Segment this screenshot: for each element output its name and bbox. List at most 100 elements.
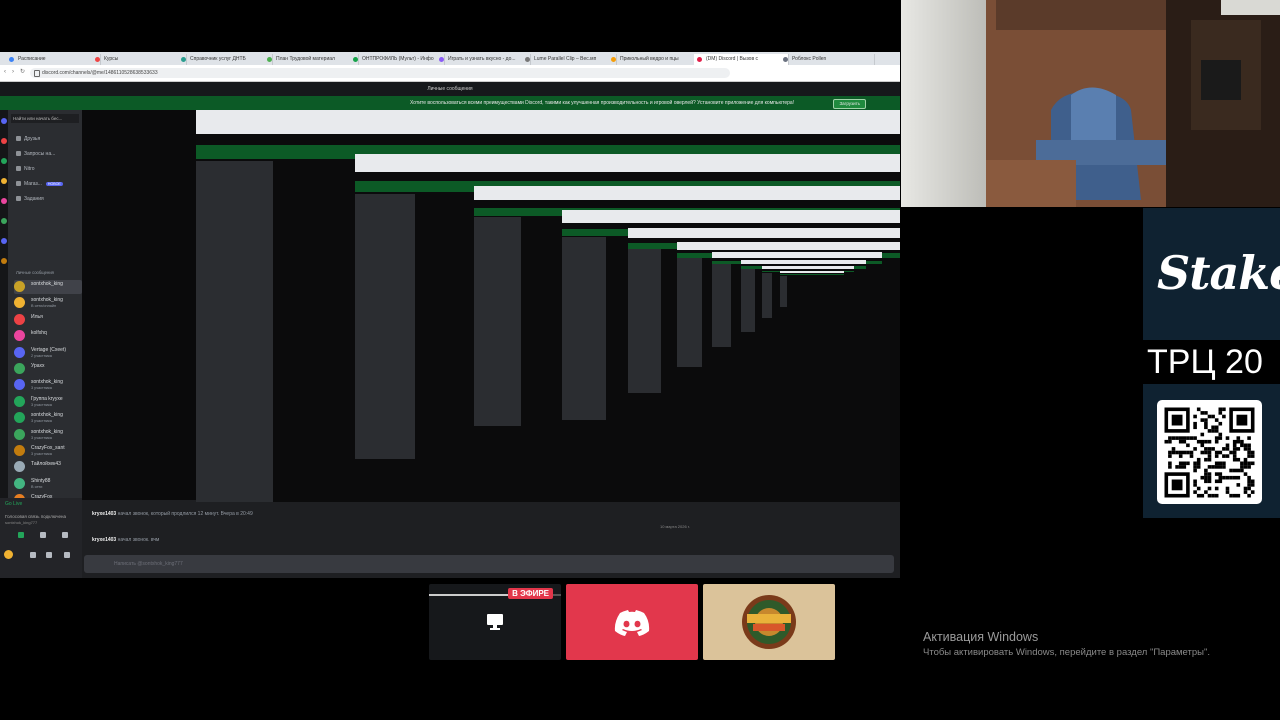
dm-nav-item[interactable]: Друзья	[16, 136, 40, 142]
qr-module	[1193, 425, 1197, 430]
back-icon[interactable]: ‹	[4, 69, 10, 75]
qr-module	[1250, 461, 1255, 466]
browser-tab[interactable]: План Трудовой материал	[264, 54, 359, 65]
server-icon[interactable]	[1, 138, 7, 144]
address-bar[interactable]: discord.com/channels/@me/148611052863853…	[30, 68, 730, 78]
reload-icon[interactable]: ↻	[20, 69, 26, 75]
dm-item[interactable]: kolfxhq	[14, 329, 82, 343]
message-input[interactable]: Написать @sontxhok_king777	[84, 555, 894, 573]
qr-module	[1196, 486, 1201, 491]
browser-tab[interactable]: Справочник услуг ДНТБ	[178, 54, 273, 65]
dm-item[interactable]: Группа kryyxe 3 участника	[14, 395, 82, 409]
scene-screen-share[interactable]: В ЭФИРЕ	[429, 584, 561, 660]
nested-sidebar	[628, 249, 661, 393]
dm-item[interactable]: Shinty88 В сети	[14, 477, 82, 491]
qr-module	[1247, 465, 1251, 469]
dm-item[interactable]: Урахх	[14, 362, 82, 376]
dm-nav-item[interactable]: Задания	[16, 196, 44, 202]
dm-name: sontxhok_king	[31, 428, 63, 435]
dm-status: 3 участника	[31, 435, 52, 440]
dm-item[interactable]: Илья	[14, 313, 82, 327]
qr-module	[1236, 493, 1241, 498]
tab-favicon-icon	[181, 57, 186, 62]
qr-module	[1171, 436, 1176, 440]
dm-item[interactable]: sontxhok_king	[14, 280, 82, 294]
avatar	[14, 461, 25, 473]
tab-label: Играть и узнать вкусно - до...	[448, 56, 516, 62]
browser-tab[interactable]: ОНТПРОФИЛЬ (Мульт) - Инфо	[350, 54, 445, 65]
browser-tab[interactable]: Прикольный ведро и пцы	[608, 54, 703, 65]
server-icon[interactable]	[1, 198, 7, 204]
server-icon[interactable]	[1, 118, 7, 124]
nav-item-label: Nitro	[24, 166, 35, 172]
dm-item[interactable]: sontxhok_king 3 участника	[14, 411, 82, 425]
qr-module	[1207, 454, 1212, 458]
voice-sub: sontxhok_king777	[5, 520, 38, 525]
dm-item[interactable]: Тайлойхек43	[14, 460, 82, 474]
nested-tab-bar	[628, 228, 900, 238]
qr-module	[1178, 454, 1183, 458]
qr-module	[1222, 475, 1226, 480]
avatar	[14, 281, 25, 292]
message-author[interactable]: kryxe1403	[92, 537, 116, 543]
dm-item[interactable]: sontxhok_king 3 участника	[14, 378, 82, 392]
qr-module	[1214, 436, 1219, 440]
dm-name: sontxhok_king	[31, 379, 63, 386]
qr-module	[1243, 465, 1248, 469]
dm-item[interactable]: CrazyFox_sant 3 участника	[14, 444, 82, 458]
webcam-image	[901, 0, 1280, 207]
scene-gravity-falls[interactable]	[703, 584, 835, 660]
dm-item[interactable]: sontxhok_king 3 участника	[14, 428, 82, 442]
tab-favicon-icon	[353, 57, 358, 62]
headphones-icon[interactable]	[46, 552, 52, 558]
server-icon[interactable]	[1, 158, 7, 164]
browser-tab[interactable]: Играть и узнать вкусно - до...	[436, 54, 531, 65]
qr-module	[1196, 457, 1201, 462]
dm-nav-item[interactable]: Магаз... НОВОЕ	[16, 181, 63, 187]
dm-item[interactable]: Vertage (Cxeet) 2 участника	[14, 346, 82, 360]
scene-discord[interactable]	[566, 584, 698, 660]
qr-module	[1200, 432, 1205, 437]
qr-module	[1247, 479, 1251, 484]
avatar[interactable]	[4, 550, 13, 559]
search-input[interactable]: Найти или начать бес...	[11, 114, 79, 123]
server-icon[interactable]	[1, 218, 7, 224]
message-author[interactable]: kryxe1403	[92, 511, 116, 517]
camera-icon[interactable]	[18, 532, 24, 538]
qr-module	[1232, 468, 1237, 473]
qr-module	[1182, 436, 1187, 440]
qr-module	[1204, 490, 1208, 494]
qr-module	[1204, 479, 1208, 484]
gear-icon[interactable]	[64, 552, 70, 558]
server-icon[interactable]	[1, 238, 7, 244]
screen-share-icon[interactable]	[40, 532, 46, 538]
nested-tab-bar	[355, 154, 900, 173]
dm-nav-item[interactable]: Запросы на...	[16, 151, 55, 157]
tab-label: Роблокс Pollen	[792, 56, 827, 62]
browser-tab[interactable]: (DM) Discord | Вызов с	[694, 54, 789, 65]
mic-icon[interactable]	[30, 552, 36, 558]
avatar	[14, 428, 25, 440]
qr-module	[1222, 447, 1226, 451]
qr-module	[1236, 457, 1241, 462]
qr-module	[1214, 425, 1219, 430]
qr-module	[1218, 432, 1223, 437]
avatar	[14, 363, 25, 374]
browser-tab[interactable]: Lume Parallel Clip – Вес.мп	[522, 54, 617, 65]
qr-module	[1211, 425, 1215, 430]
browser-tab[interactable]: Расписание	[6, 54, 101, 65]
activity-icon[interactable]	[62, 532, 68, 538]
banner-download-button[interactable]: Загрузить	[833, 99, 866, 109]
nav-item-label: Задания	[24, 196, 44, 202]
discord-title: Личные сообщения	[427, 86, 473, 92]
forward-icon[interactable]: ›	[12, 69, 18, 75]
browser-tab[interactable]: Роблокс Pollen	[780, 54, 875, 65]
dm-nav-item[interactable]: Nitro	[16, 166, 35, 172]
nested-tab-bar	[677, 242, 900, 250]
dm-item[interactable]: sontxhok_king В сети/онлайн	[14, 296, 82, 310]
server-icon[interactable]	[1, 258, 7, 264]
qr-module	[1200, 443, 1205, 448]
server-icon[interactable]	[1, 178, 7, 184]
browser-tab[interactable]: Курсы	[92, 54, 187, 65]
dm-name: Илья	[31, 313, 43, 320]
